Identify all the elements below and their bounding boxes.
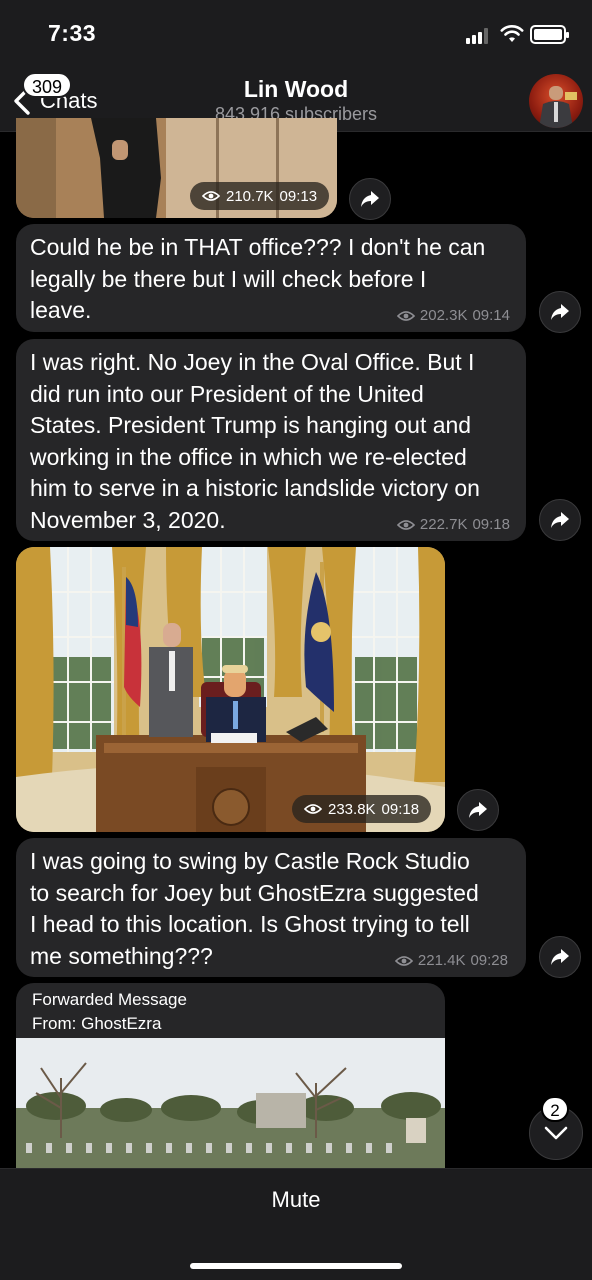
text-message[interactable]: I was going to swing by Castle Rock Stud… [16, 838, 526, 977]
share-arrow-icon [361, 191, 379, 207]
message-meta: 202.3K 09:14 [396, 307, 510, 324]
eye-icon [202, 191, 220, 201]
status-bar: 7:33 [0, 0, 592, 64]
unread-count-badge: 2 [541, 1096, 569, 1122]
forwarded-label: Forwarded Message [32, 990, 187, 1009]
message-line: him to serve in a historic landslide vic… [30, 475, 480, 501]
view-count: 221.4K [417, 952, 466, 969]
text-message[interactable]: I was right. No Joey in the Oval Office.… [16, 339, 526, 541]
message-photo [16, 547, 445, 832]
message-time: 09:28 [470, 952, 508, 969]
bottom-bar: Mute [0, 1168, 592, 1280]
text-message[interactable]: Could he be in THAT office??? I don't he… [16, 224, 526, 332]
message-line: States. President Trump is hanging out a… [30, 412, 472, 438]
view-count: 222.7K [419, 516, 468, 533]
share-arrow-icon [551, 949, 569, 965]
message-time: 09:13 [279, 187, 318, 205]
message-line: legally be there but I will check before… [30, 265, 427, 292]
view-count: 210.7K [226, 187, 274, 205]
eye-icon [394, 955, 413, 966]
message-meta: 222.7K 09:18 [396, 516, 510, 533]
message-text: I was right. No Joey in the Oval Office.… [30, 347, 480, 536]
message-time: 09:14 [472, 307, 510, 324]
share-button[interactable] [539, 499, 581, 541]
channel-avatar[interactable] [529, 74, 583, 128]
message-line: did run into our President of the United [30, 380, 424, 407]
share-arrow-icon [551, 304, 569, 320]
message-line: Could he be in THAT office??? I don't he… [30, 234, 486, 260]
message-line: I head to this location. Is Ghost trying… [30, 911, 470, 937]
message-line: I was right. No Joey in the Oval Office.… [30, 349, 475, 375]
home-indicator [190, 1263, 402, 1269]
photo-message[interactable]: 210.7K 09:13 [16, 118, 337, 218]
message-photo [16, 1038, 445, 1168]
message-time: 09:18 [381, 800, 420, 818]
eye-icon [304, 804, 322, 814]
photo-meta: 233.8K 09:18 [292, 795, 432, 823]
view-count: 202.3K [419, 307, 468, 324]
status-time: 7:33 [48, 20, 97, 46]
mute-button[interactable]: Mute [0, 1187, 592, 1213]
share-arrow-icon [469, 802, 487, 818]
message-line: to search for Joey but GhostEzra suggest… [30, 879, 479, 906]
cellular-signal-icon [466, 28, 492, 44]
channel-title[interactable]: Lin Wood [0, 76, 592, 103]
eye-icon [396, 519, 415, 530]
message-line: I was going to swing by Castle Rock Stud… [30, 848, 470, 874]
share-arrow-icon [551, 512, 569, 528]
share-button[interactable] [349, 178, 391, 220]
photo-message[interactable]: 233.8K 09:18 [16, 547, 445, 832]
message-meta: 221.4K 09:28 [394, 952, 508, 969]
wifi-icon [500, 25, 524, 42]
chevron-down-icon [544, 1126, 568, 1140]
share-button[interactable] [539, 936, 581, 978]
battery-icon [530, 25, 569, 44]
share-button[interactable] [539, 291, 581, 333]
forwarded-message[interactable]: Forwarded Message From: GhostEzra [16, 983, 445, 1168]
message-line: working in the office in which we re-ele… [30, 443, 467, 470]
eye-icon [396, 310, 415, 321]
share-button[interactable] [457, 789, 499, 831]
view-count: 233.8K [328, 800, 376, 818]
photo-meta: 210.7K 09:13 [190, 182, 330, 210]
message-time: 09:18 [472, 516, 510, 533]
forwarded-from[interactable]: From: GhostEzra [32, 1014, 161, 1034]
